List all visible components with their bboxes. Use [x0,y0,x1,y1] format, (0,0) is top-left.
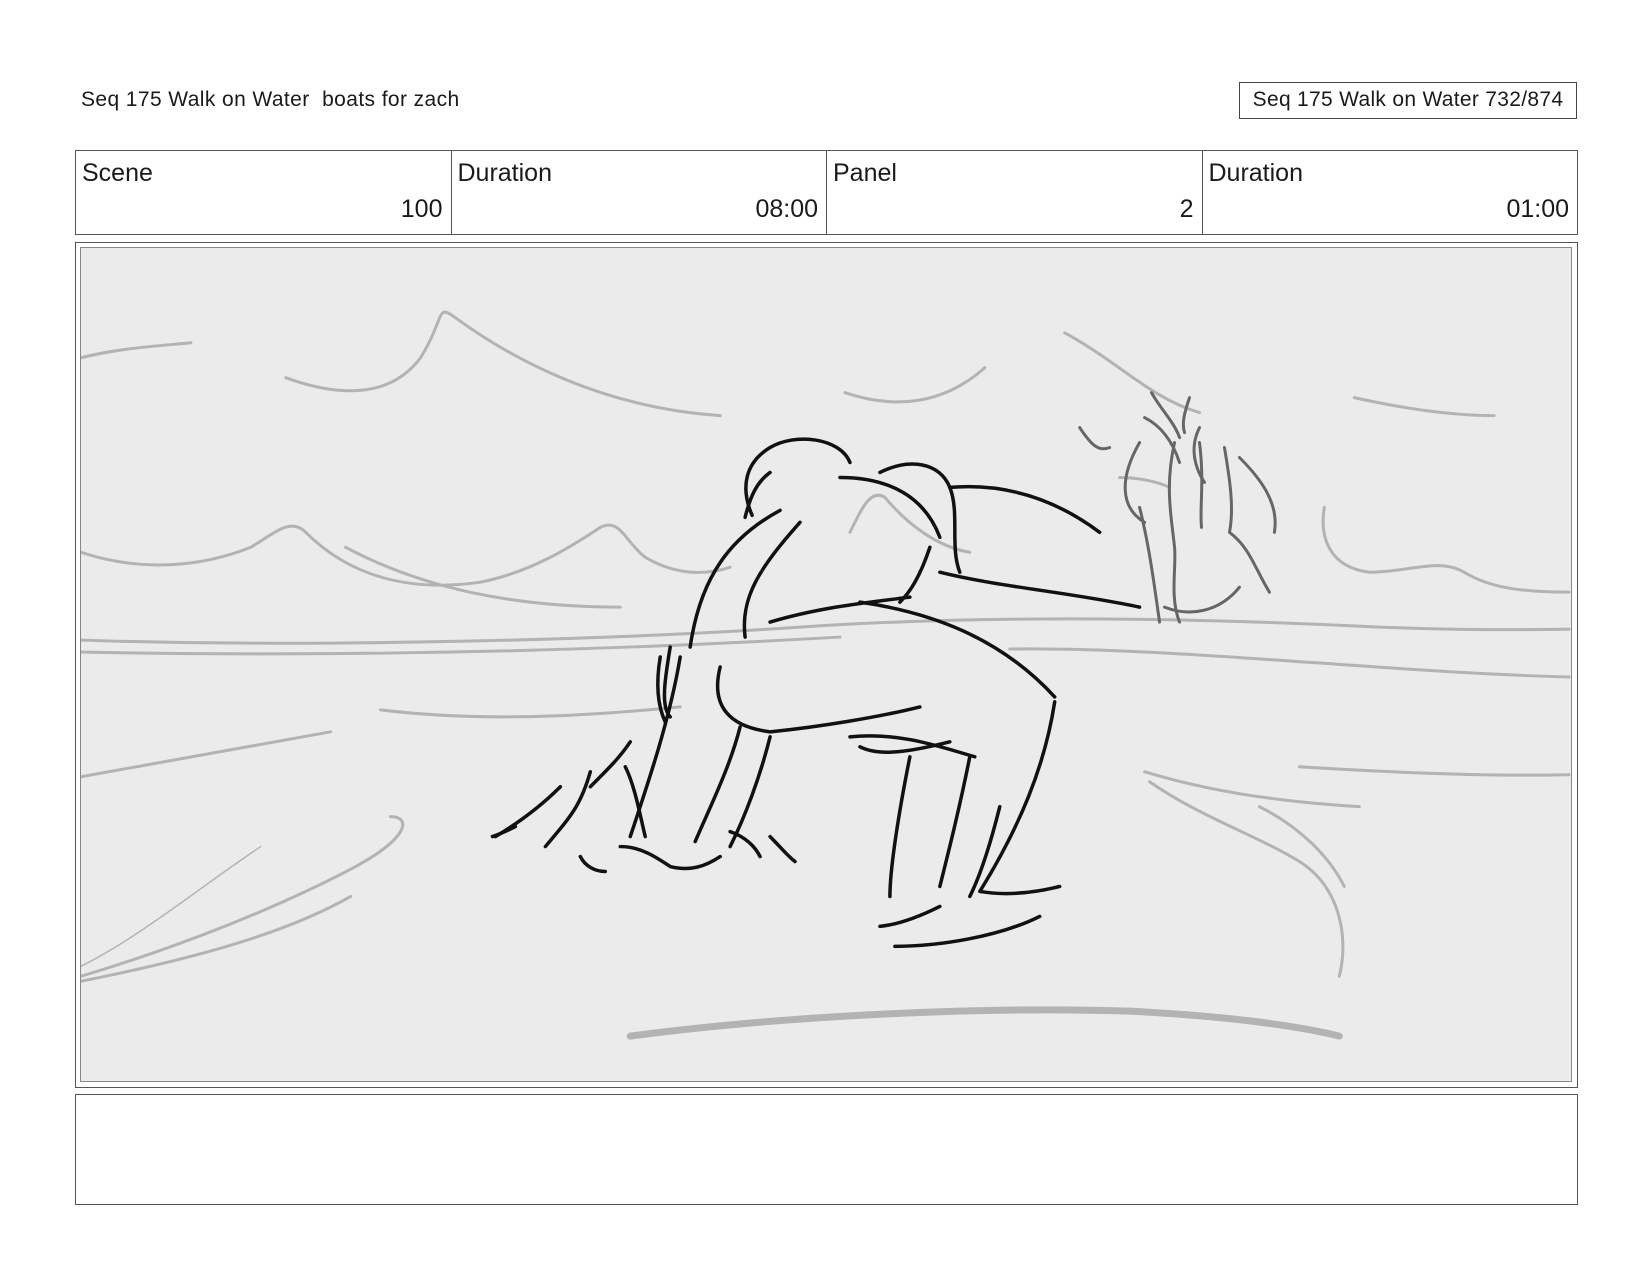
panel-duration-label: Duration [1208,159,1304,187]
panel-info-table: Scene 100 Duration 08:00 Panel 2 Duratio… [75,150,1578,235]
scene-cell: Scene 100 [76,151,452,234]
panel-cell: Panel 2 [827,151,1203,234]
panel-duration-value: 01:00 [1506,195,1569,223]
panel-number: 2 [1179,195,1194,223]
storyboard-panel-frame [75,242,1578,1088]
main-figure [490,437,1142,949]
scene-duration-cell: Duration 08:00 [452,151,827,234]
sketch-drawing [81,310,1571,1040]
background-waves [81,310,1571,1040]
page-counter: Seq 175 Walk on Water 732/874 [1239,82,1577,119]
storyboard-title: Seq 175 Walk on Water boats for zach [81,88,460,111]
panel-notes-text [76,1095,1577,1115]
panel-notes-box [75,1094,1578,1205]
panel-duration-cell: Duration 01:00 [1203,151,1578,234]
panel-label: Panel [833,159,897,187]
scene-label: Scene [82,159,153,187]
scene-duration-value: 08:00 [755,195,818,223]
storyboard-sketch [80,247,1572,1082]
distant-figure [1078,391,1277,624]
scene-number: 100 [400,195,443,223]
scene-duration-label: Duration [457,159,553,187]
